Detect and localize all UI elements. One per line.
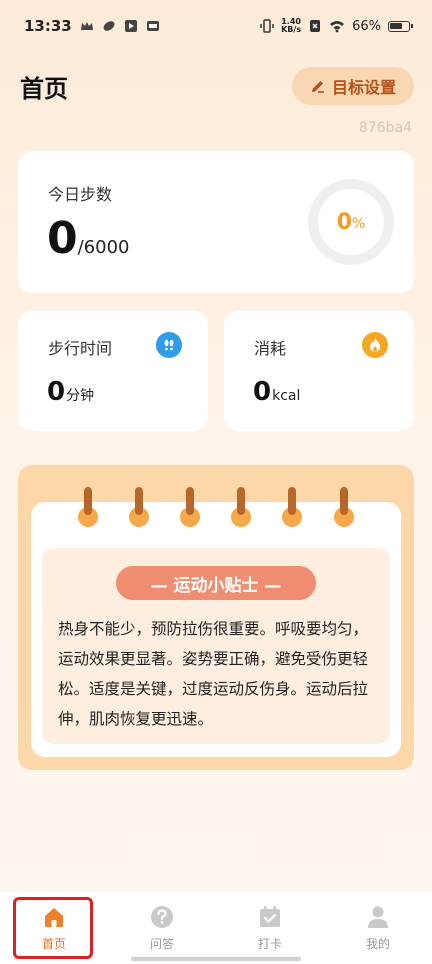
page-title: 首页 (20, 74, 68, 103)
tab-profile[interactable]: 我的 (324, 892, 432, 964)
calories-card: 消耗 0 kcal (224, 311, 414, 431)
wifi-icon (330, 21, 345, 33)
status-right: 1.40 KB/s 66% (260, 18, 413, 34)
battery-percent: 66% (352, 18, 381, 34)
steps-value-group: 0 /6000 (47, 213, 130, 264)
walk-time-value: 0 (47, 377, 66, 407)
tab-profile-label: 我的 (365, 937, 390, 951)
steps-goal: /6000 (77, 237, 130, 258)
flame-icon (362, 332, 388, 358)
tab-qa[interactable]: 问答 (108, 892, 216, 964)
question-icon (149, 904, 175, 930)
binder-ring-icon (282, 487, 302, 527)
binder-ring-icon (129, 487, 149, 527)
status-left: 13:33 (24, 17, 160, 35)
checkin-calendar-icon (257, 904, 283, 930)
tips-content-box: — 运动小贴士 — 热身不能少，预防拉伤很重要。呼吸要均匀，运动效果更显著。姿势… (42, 548, 390, 744)
progress-symbol: % (352, 216, 366, 232)
tv-app-icon (146, 21, 159, 31)
calories-value: 0 (253, 377, 272, 407)
calories-value-group: 0 kcal (253, 377, 300, 407)
profile-icon (365, 904, 391, 930)
net-speed-unit: KB/s (281, 25, 302, 34)
edit-pencil-icon (311, 81, 324, 93)
tips-text: 热身不能少，预防拉伤很重要。呼吸要均匀，运动效果更显著。姿势要正确，避免受伤更轻… (58, 620, 369, 728)
walk-time-card: 步行时间 0 分钟 (18, 311, 208, 431)
steps-label: 今日步数 (48, 185, 113, 204)
leaf-icon (103, 21, 115, 31)
goal-settings-label: 目标设置 (331, 78, 396, 97)
tips-paper: — 运动小贴士 — 热身不能少，预防拉伤很重要。呼吸要均匀，运动效果更显著。姿势… (31, 502, 401, 757)
tips-title: — 运动小贴士 — (116, 566, 316, 600)
binder-ring-icon (180, 487, 200, 527)
tab-checkin-label: 打卡 (257, 937, 282, 951)
vibrate-icon (260, 19, 274, 33)
steps-card: 今日步数 0 /6000 0 % (18, 151, 414, 293)
exercise-tips-card: — 运动小贴士 — 热身不能少，预防拉伤很重要。呼吸要均匀，运动效果更显著。姿势… (18, 465, 414, 770)
walk-time-value-group: 0 分钟 (47, 377, 94, 407)
binder-ring-icon (78, 487, 98, 527)
progress-percent: 0 % (307, 178, 395, 266)
progress-number: 0 (336, 209, 352, 235)
walk-time-label: 步行时间 (48, 339, 113, 358)
calories-label: 消耗 (254, 339, 287, 358)
goal-settings-button[interactable]: 目标设置 (291, 67, 414, 105)
play-app-icon (124, 20, 137, 32)
status-bar: 13:33 1.40 KB/s 66% (0, 0, 432, 52)
calories-unit: kcal (272, 388, 301, 404)
footprints-icon (156, 332, 182, 358)
tab-checkin[interactable]: 打卡 (216, 892, 324, 964)
crown-icon (80, 22, 93, 30)
no-sim-icon (310, 20, 321, 32)
walk-time-unit: 分钟 (66, 388, 95, 404)
binder-ring-icon (334, 487, 354, 527)
header: 首页 目标设置 (20, 66, 414, 106)
status-time: 13:33 (24, 17, 72, 35)
home-tab-highlight-box (13, 897, 93, 959)
tab-qa-label: 问答 (149, 937, 174, 951)
binder-ring-icon (231, 487, 251, 527)
net-speed: 1.40 KB/s (281, 18, 301, 34)
device-id: 876ba4 (358, 120, 412, 136)
steps-count: 0 (47, 213, 78, 264)
battery-icon (388, 20, 413, 32)
home-indicator[interactable] (131, 957, 301, 961)
